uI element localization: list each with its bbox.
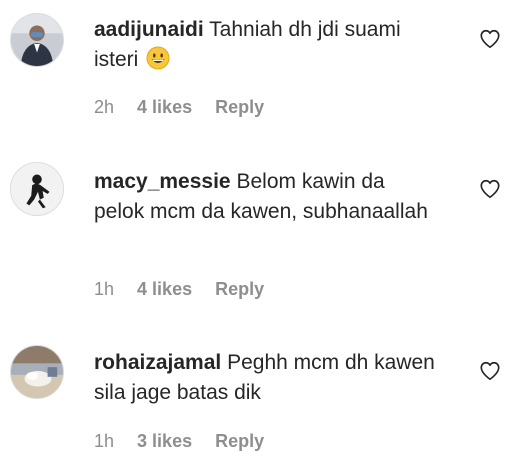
avatar[interactable] — [10, 13, 64, 67]
comment-meta: 1h 3 likes Reply — [94, 431, 282, 452]
user-avatar-icon — [11, 346, 63, 398]
reply-button[interactable]: Reply — [215, 97, 264, 117]
like-heart-icon[interactable] — [479, 178, 501, 200]
user-avatar-icon — [11, 14, 63, 66]
comment-likes[interactable]: 4 likes — [137, 279, 192, 299]
comment-username[interactable]: rohaizajamal — [94, 351, 221, 374]
comment-time: 1h — [94, 279, 115, 299]
user-avatar-icon — [11, 163, 63, 215]
comment-text: macy_messie Belom kawin da pelok mcm da … — [94, 167, 439, 227]
avatar[interactable] — [10, 345, 64, 399]
comment-text: aadijunaidi Tahniah dh jdi suami isteri — [94, 15, 439, 75]
comment-time: 2h — [94, 97, 115, 117]
avatar[interactable] — [10, 162, 64, 216]
grinning-face-emoji-icon — [146, 46, 170, 70]
comment-likes[interactable]: 3 likes — [137, 431, 192, 451]
like-heart-icon[interactable] — [479, 28, 501, 50]
comment-username[interactable]: macy_messie — [94, 170, 231, 193]
reply-button[interactable]: Reply — [215, 279, 264, 299]
comment-meta: 1h 4 likes Reply — [94, 279, 282, 300]
comment-time: 1h — [94, 431, 115, 451]
comment-likes[interactable]: 4 likes — [137, 97, 192, 117]
comment-meta: 2h 4 likes Reply — [94, 97, 282, 118]
reply-button[interactable]: Reply — [215, 431, 264, 451]
like-heart-icon[interactable] — [479, 360, 501, 382]
comment-text: rohaizajamal Peghh mcm dh kawen sila jag… — [94, 348, 439, 408]
comment-username[interactable]: aadijunaidi — [94, 18, 204, 41]
